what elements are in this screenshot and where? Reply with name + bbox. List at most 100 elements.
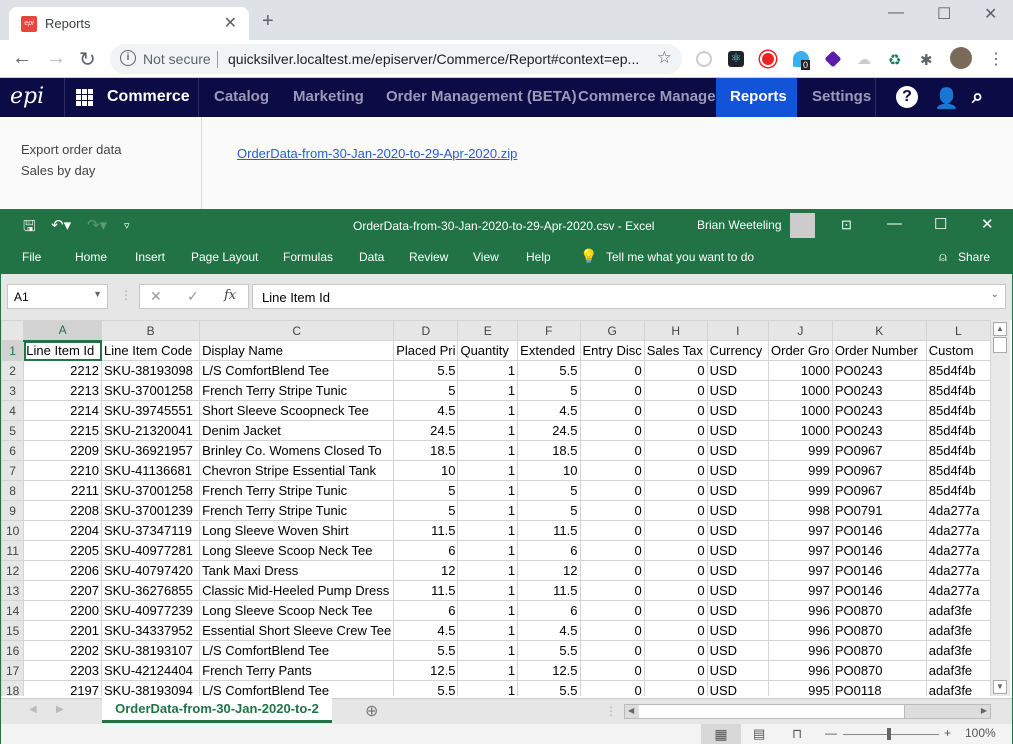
scroll-thumb[interactable] (993, 337, 1007, 353)
cell[interactable]: Brinley Co. Womens Closed To (199, 440, 395, 461)
back-icon[interactable]: ← (12, 47, 32, 70)
cell[interactable]: 2214 (23, 400, 103, 421)
cell[interactable]: 0 (579, 400, 645, 421)
app-grid-icon[interactable] (76, 89, 93, 106)
cell[interactable]: Quantity (457, 340, 519, 361)
cell[interactable]: 0 (643, 580, 708, 601)
sheet-tab[interactable]: OrderData-from-30-Jan-2020-to-2 (102, 698, 332, 723)
undo-icon[interactable]: ↶▾ (51, 216, 71, 234)
ribbon-tab-view[interactable]: View (473, 250, 499, 264)
cell[interactable]: 6 (517, 540, 581, 561)
cell[interactable]: 2205 (23, 540, 103, 561)
cell[interactable]: 0 (579, 420, 645, 441)
row-header[interactable]: 16 (1, 640, 25, 661)
row-header[interactable]: 8 (1, 480, 25, 501)
user-avatar[interactable] (790, 213, 815, 238)
cell[interactable]: Entry Disc (579, 340, 645, 361)
browser-tab[interactable]: epi Reports ✕ (9, 7, 249, 40)
cell[interactable]: Short Sleeve Scoopneck Tee (199, 400, 395, 421)
redo-icon[interactable]: ↷▾ (87, 216, 107, 234)
cell[interactable]: 1000 (768, 400, 833, 421)
cell[interactable]: PO0146 (831, 540, 927, 561)
cell[interactable]: 996 (768, 660, 833, 681)
cell[interactable]: 999 (768, 460, 833, 481)
save-icon[interactable]: 🖫 (23, 216, 36, 241)
cell[interactable]: 4.5 (393, 620, 459, 641)
cell[interactable]: 0 (643, 480, 708, 501)
cell[interactable]: 4da277a (925, 500, 991, 521)
cell[interactable]: 2203 (23, 660, 103, 681)
cell[interactable]: 2197 (23, 680, 103, 696)
row-header[interactable]: 11 (1, 540, 25, 561)
cell[interactable]: 1 (457, 360, 519, 381)
cell[interactable]: SKU-42124404 (101, 660, 201, 681)
cell[interactable]: 5 (517, 380, 581, 401)
cell[interactable]: adaf3fe (925, 600, 991, 621)
column-header[interactable]: B (101, 320, 201, 341)
sidebar-link-sales-by-day[interactable]: Sales by day (21, 163, 95, 178)
cell[interactable]: Order Gro (768, 340, 833, 361)
url-text[interactable]: quicksilver.localtest.me/episerver/Comme… (228, 51, 639, 67)
cell[interactable]: 1 (457, 520, 519, 541)
cell[interactable]: Long Sleeve Scoop Neck Tee (199, 600, 395, 621)
scroll-left-icon[interactable]: ◀ (628, 706, 634, 715)
cell[interactable]: Extended (517, 340, 581, 361)
cell[interactable]: PO0118 (831, 680, 927, 696)
cell[interactable]: 2201 (23, 620, 103, 641)
cell[interactable]: 997 (768, 560, 833, 581)
cell[interactable]: 5.5 (393, 680, 459, 696)
cell[interactable]: 2208 (23, 500, 103, 521)
column-header[interactable]: H (643, 320, 708, 341)
cell[interactable]: USD (706, 380, 770, 401)
cell[interactable]: 0 (579, 660, 645, 681)
cell[interactable]: 997 (768, 520, 833, 541)
ribbon-tab-home[interactable]: Home (75, 250, 107, 264)
cell[interactable]: Sales Tax (643, 340, 708, 361)
cell[interactable]: 24.5 (393, 420, 459, 441)
cell[interactable]: SKU-41136681 (101, 460, 201, 481)
cell[interactable]: Long Sleeve Scoop Neck Tee (199, 540, 395, 561)
cloud-icon[interactable]: ☁ (857, 51, 873, 67)
cell[interactable]: 85d4f4b (925, 380, 991, 401)
cell[interactable]: 0 (643, 460, 708, 481)
cell[interactable]: PO0870 (831, 620, 927, 641)
row-header[interactable]: 15 (1, 620, 25, 641)
cell[interactable]: 4.5 (517, 400, 581, 421)
ribbon-tab-review[interactable]: Review (409, 250, 448, 264)
cell[interactable]: 0 (579, 540, 645, 561)
row-header[interactable]: 6 (1, 440, 25, 461)
cell[interactable]: 1 (457, 380, 519, 401)
cell[interactable]: Classic Mid-Heeled Pump Dress (199, 580, 395, 601)
user-name[interactable]: Brian Weeteling (697, 218, 782, 232)
cell[interactable]: 0 (579, 640, 645, 661)
cell[interactable]: 18.5 (393, 440, 459, 461)
cell[interactable]: PO0243 (831, 380, 927, 401)
cell[interactable]: 12.5 (393, 660, 459, 681)
cell[interactable]: 0 (579, 440, 645, 461)
cell[interactable]: 0 (643, 640, 708, 661)
cell[interactable]: 2210 (23, 460, 103, 481)
cell[interactable]: 1 (457, 620, 519, 641)
cell[interactable]: 6 (393, 600, 459, 621)
cell[interactable]: 0 (579, 460, 645, 481)
cell[interactable]: 0 (579, 600, 645, 621)
scroll-down-icon[interactable]: ▼ (993, 680, 1007, 694)
page-layout-view-icon[interactable]: ▤ (753, 726, 765, 742)
cell[interactable]: USD (706, 500, 770, 521)
react-devtools-icon[interactable]: ⚛ (728, 51, 744, 67)
cell[interactable]: PO0870 (831, 640, 927, 661)
reload-icon[interactable]: ↻ (79, 47, 96, 72)
cell[interactable]: 0 (643, 620, 708, 641)
vertical-scrollbar[interactable]: ▲ ▼ (991, 320, 1010, 696)
customize-toolbar-icon[interactable]: ▿ (124, 219, 130, 232)
cell[interactable]: 0 (579, 580, 645, 601)
cell[interactable]: L/S ComfortBlend Tee (199, 360, 395, 381)
forward-icon[interactable]: → (46, 47, 66, 70)
cell[interactable]: SKU-37001258 (101, 380, 201, 401)
cell[interactable]: 5.5 (517, 640, 581, 661)
cell[interactable]: L/S ComfortBlend Tee (199, 640, 395, 661)
nav-item-commerce-manager[interactable]: Commerce Manager (564, 78, 735, 117)
expand-formula-icon[interactable]: ⌄ (991, 289, 999, 300)
cell[interactable]: PO0791 (831, 500, 927, 521)
cell[interactable]: 999 (768, 440, 833, 461)
